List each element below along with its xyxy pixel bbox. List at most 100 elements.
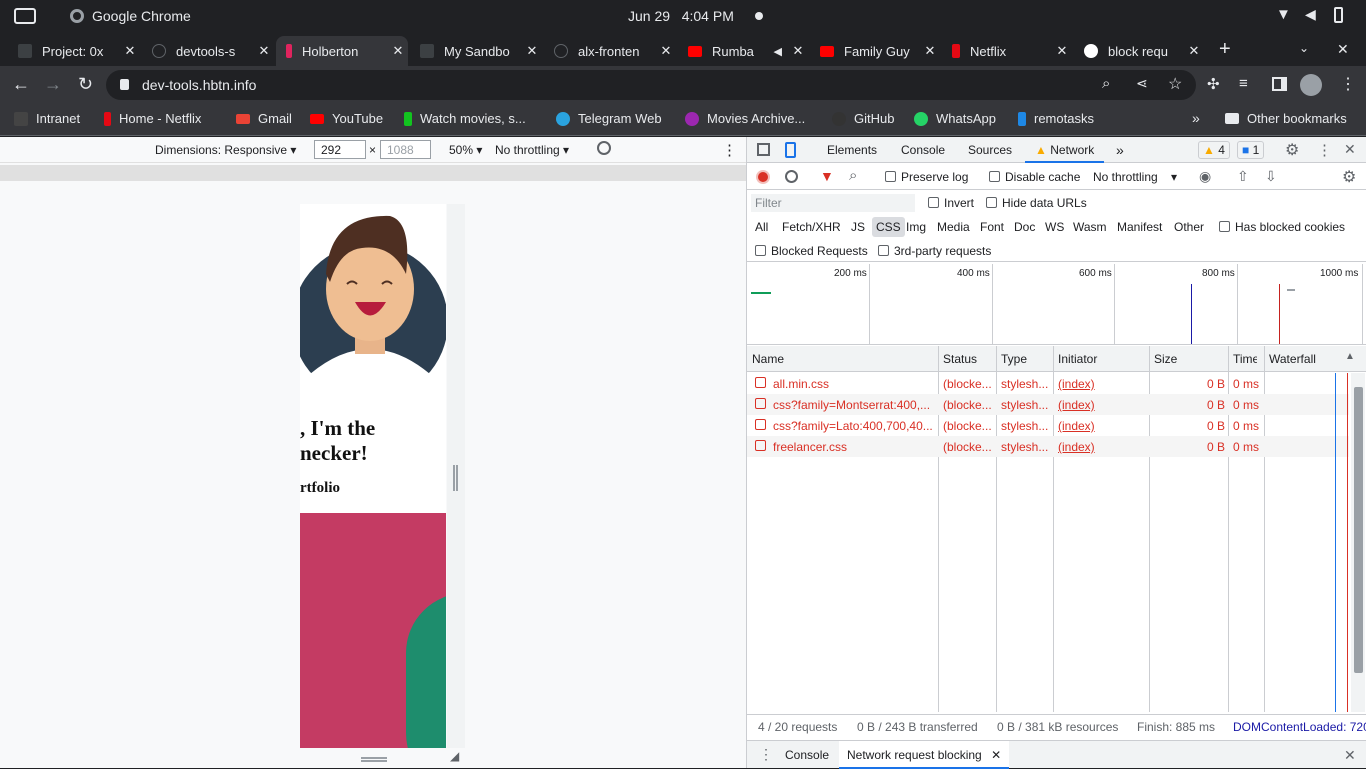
drawer-menu-icon[interactable]: ⋮ — [759, 746, 773, 763]
filter-input[interactable]: Filter — [751, 194, 915, 212]
close-tab-icon[interactable]: ✕ — [254, 43, 274, 59]
new-tab-button[interactable]: + — [1219, 38, 1231, 61]
disable-cache-checkbox[interactable]: Disable cache — [989, 170, 1080, 184]
has-blocked-cookies-checkbox[interactable]: Has blocked cookies — [1219, 220, 1345, 234]
close-tab-icon[interactable]: ✕ — [788, 43, 808, 59]
tab-network[interactable]: ▲ Network — [1025, 137, 1105, 163]
type-manifest[interactable]: Manifest — [1117, 220, 1162, 234]
tab-elements[interactable]: Elements — [827, 143, 877, 157]
settings-gear-icon[interactable]: ⚙ — [1285, 140, 1299, 160]
zoom-select[interactable]: 50% ▾ — [449, 143, 482, 157]
bookmark-watch-movies[interactable]: Watch movies, s... — [404, 111, 526, 126]
network-conditions-icon[interactable]: ◉ — [1199, 168, 1211, 185]
emulated-page[interactable]: , I'm the necker! rtfolio — [300, 204, 446, 748]
tab-console[interactable]: Console — [901, 143, 945, 157]
type-font[interactable]: Font — [980, 220, 1004, 234]
search-icon[interactable]: ⌕ — [849, 167, 857, 184]
resize-corner-icon[interactable]: ◢ — [450, 749, 459, 763]
drawer-tab-console[interactable]: Console — [785, 748, 829, 762]
bookmark-whatsapp[interactable]: WhatsApp — [914, 111, 996, 126]
col-type[interactable]: Type — [1001, 352, 1027, 366]
dimensions-select[interactable]: Dimensions: Responsive ▾ — [155, 143, 296, 157]
close-tab-icon[interactable]: ✕ — [120, 43, 140, 59]
table-row[interactable]: css?family=Lato:400,700,40... (blocke...… — [747, 415, 1349, 436]
tab-sources[interactable]: Sources — [968, 143, 1012, 157]
height-input[interactable]: 1088 — [380, 140, 431, 159]
share-icon[interactable]: ⋖ — [1136, 75, 1148, 92]
zoom-search-icon[interactable]: ⌕ — [1102, 75, 1110, 92]
menu-kebab-icon[interactable]: ⋮ — [1340, 74, 1356, 94]
close-devtools-icon[interactable]: ✕ — [1344, 141, 1356, 158]
table-row[interactable]: all.min.css (blocke... stylesh... (index… — [747, 373, 1349, 394]
inspect-element-icon[interactable] — [757, 143, 770, 156]
rotate-icon[interactable] — [597, 141, 611, 155]
network-throttling-select[interactable]: No throttling ▾ — [1093, 170, 1177, 184]
tab-family-guy[interactable]: Family Guy ✕ — [810, 36, 940, 66]
drawer-tab-network-request-blocking[interactable]: Network request blocking ✕ — [839, 741, 1010, 769]
col-waterfall[interactable]: Waterfall — [1269, 352, 1316, 366]
address-bar[interactable]: dev-tools.hbtn.info ⌕ ⋖ ☆ — [106, 70, 1196, 100]
network-settings-gear-icon[interactable]: ⚙ — [1342, 167, 1356, 187]
audio-playing-icon[interactable]: ◀ — [774, 45, 782, 58]
close-tab-icon[interactable]: ✕ — [656, 43, 676, 59]
close-tab-icon[interactable]: ✕ — [388, 43, 408, 59]
customize-kebab-icon[interactable]: ⋮ — [1317, 141, 1332, 159]
type-fetch-xhr[interactable]: Fetch/XHR — [782, 220, 841, 234]
messages-badge[interactable]: ■ 1 — [1237, 141, 1265, 159]
lock-icon[interactable] — [120, 79, 129, 90]
tab-rumba[interactable]: Rumba ◀ ✕ — [678, 36, 808, 66]
close-tab-icon[interactable]: ✕ — [1184, 43, 1204, 59]
media-query-ruler[interactable] — [0, 165, 746, 181]
app-launcher-icon[interactable] — [14, 8, 36, 24]
col-size[interactable]: Size — [1154, 352, 1177, 366]
type-doc[interactable]: Doc — [1014, 220, 1035, 234]
type-css[interactable]: CSS — [872, 217, 905, 237]
back-icon[interactable]: ← — [12, 74, 30, 95]
resize-handle-bottom[interactable] — [361, 757, 387, 762]
bookmark-remotasks[interactable]: remotasks — [1018, 111, 1094, 126]
overview-timeline[interactable]: 200 ms 400 ms 600 ms 800 ms 1000 ms — [747, 264, 1366, 345]
forward-icon[interactable]: → — [44, 74, 62, 95]
bookmark-star-icon[interactable]: ☆ — [1168, 74, 1182, 94]
device-toggle-icon[interactable] — [785, 142, 796, 158]
tab-block-requests[interactable]: block requ ✕ — [1074, 36, 1204, 66]
extensions-icon[interactable]: ✣ — [1207, 75, 1220, 93]
reload-icon[interactable]: ↻ — [78, 74, 93, 95]
blocked-requests-checkbox[interactable]: Blocked Requests — [755, 244, 868, 258]
preserve-log-checkbox[interactable]: Preserve log — [885, 170, 968, 184]
third-party-requests-checkbox[interactable]: 3rd-party requests — [878, 244, 991, 258]
tab-holberton[interactable]: Holberton ✕ — [276, 36, 408, 66]
warnings-badge[interactable]: ▲ 4 — [1198, 141, 1230, 159]
tab-search-chevron-down-icon[interactable]: ⌄ — [1299, 41, 1309, 55]
close-drawer-icon[interactable]: ✕ — [1344, 747, 1356, 764]
type-all[interactable]: All — [755, 220, 768, 234]
clear-icon[interactable] — [785, 170, 798, 183]
more-tabs-icon[interactable]: » — [1116, 142, 1124, 158]
battery-icon[interactable] — [1334, 7, 1343, 23]
more-options-icon[interactable]: ⋮ — [722, 141, 737, 159]
type-js[interactable]: JS — [851, 220, 865, 234]
tab-project[interactable]: Project: 0x ✕ — [8, 36, 140, 66]
col-initiator[interactable]: Initiator — [1058, 352, 1097, 366]
filter-icon[interactable]: ▼ — [820, 168, 834, 184]
url-text[interactable]: dev-tools.hbtn.info — [142, 77, 256, 93]
type-wasm[interactable]: Wasm — [1073, 220, 1107, 234]
bookmark-netflix[interactable]: Home - Netflix — [104, 111, 201, 126]
export-har-icon[interactable]: ⇩ — [1265, 168, 1277, 185]
bookmark-intranet[interactable]: Intranet — [14, 111, 80, 126]
invert-checkbox[interactable]: Invert — [928, 196, 974, 210]
hide-data-urls-checkbox[interactable]: Hide data URLs — [986, 196, 1087, 210]
width-input[interactable]: 292 — [314, 140, 366, 159]
type-img[interactable]: Img — [906, 220, 926, 234]
bookmarks-overflow-icon[interactable]: » — [1192, 110, 1200, 126]
bookmark-gmail[interactable]: Gmail — [236, 111, 292, 126]
bookmark-telegram[interactable]: Telegram Web — [556, 111, 662, 126]
tab-netflix[interactable]: Netflix ✕ — [942, 36, 1072, 66]
volume-icon[interactable]: ◀ — [1305, 6, 1316, 23]
close-drawer-tab-icon[interactable]: ✕ — [991, 748, 1001, 762]
bookmark-movies-archive[interactable]: Movies Archive... — [685, 111, 805, 126]
throttling-select[interactable]: No throttling ▾ — [495, 143, 569, 157]
profile-avatar[interactable] — [1300, 74, 1322, 96]
col-status[interactable]: Status — [943, 352, 977, 366]
col-name[interactable]: Name — [752, 352, 784, 366]
